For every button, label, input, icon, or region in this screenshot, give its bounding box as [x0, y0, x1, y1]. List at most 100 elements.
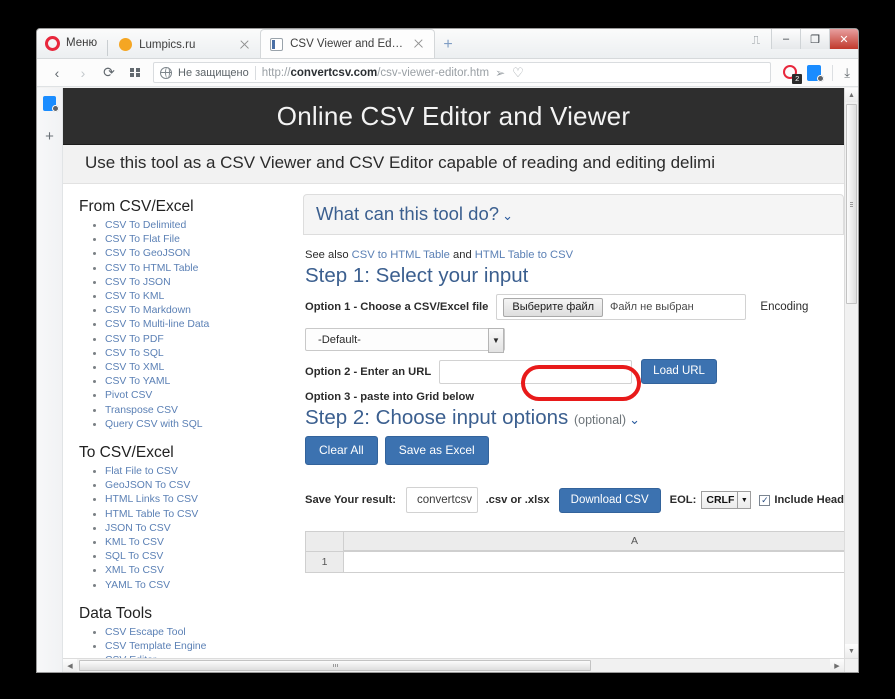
opera-logo-icon [45, 35, 60, 51]
clear-all-button[interactable]: Clear All [305, 436, 378, 465]
adblock-icon[interactable]: 2 [783, 64, 803, 84]
eol-select[interactable]: CRLF ▼ [701, 491, 752, 509]
scroll-down-icon[interactable]: ▼ [845, 644, 858, 658]
toolbar-divider [832, 64, 834, 81]
save-as-excel-button[interactable]: Save as Excel [384, 436, 489, 465]
main-content: What can this tool do? ⌄ See also CSV to … [295, 184, 844, 658]
opera-menu-label: Меню [66, 37, 98, 49]
grid-column-header[interactable]: A [344, 532, 844, 551]
sidebar-link[interactable]: SQL To CSV [105, 551, 163, 562]
list-item: CSV To PDF [105, 333, 295, 347]
new-tab-button[interactable]: + [435, 31, 461, 58]
chevron-down-icon: ⌄ [502, 208, 513, 223]
back-icon[interactable]: ‹ [45, 61, 69, 85]
chevron-down-icon: ▼ [737, 492, 750, 508]
list-item: Pivot CSV [105, 389, 295, 403]
tab-lumpics[interactable]: Lumpics.ru [110, 31, 260, 58]
list-item: CSV To SQL [105, 347, 295, 361]
close-window-button[interactable]: ✕ [829, 29, 858, 49]
minimize-button[interactable]: – [771, 29, 800, 49]
scroll-up-icon[interactable]: ▲ [845, 88, 858, 102]
sidebar-link[interactable]: CSV To Markdown [105, 305, 191, 316]
sidebar-link[interactable]: KML To CSV [105, 537, 164, 548]
list-item: CSV Template Engine [105, 640, 295, 654]
save-result-row: Save Your result: convertcsv .csv or .xl… [305, 487, 844, 513]
address-bar: ‹ › ⟳ Не защищено http://convertcsv.com/… [37, 59, 858, 87]
extension-icon[interactable] [807, 64, 825, 82]
vertical-scroll-thumb[interactable] [846, 104, 857, 304]
sidebar-extension-icon[interactable] [43, 96, 59, 112]
sidebar-link[interactable]: CSV Escape Tool [105, 627, 186, 638]
sidebar-link[interactable]: CSV To GeoJSON [105, 248, 190, 259]
see-also-link-html-to-csv[interactable]: HTML Table to CSV [475, 249, 573, 261]
scroll-right-icon[interactable]: ▶ [830, 659, 844, 672]
sidebar-heading-data-tools: Data Tools [79, 604, 152, 622]
grid-cell[interactable] [344, 551, 844, 572]
grid-row-number: 1 [306, 551, 344, 572]
sidebar-heading-to-csv: To CSV/Excel [79, 444, 174, 462]
close-icon[interactable] [412, 37, 426, 51]
sidebar-link[interactable]: GeoJSON To CSV [105, 480, 190, 491]
filename-input[interactable]: convertcsv [406, 487, 478, 513]
opera-sidebar: + [37, 88, 63, 672]
list-item: YAML To CSV [105, 579, 295, 593]
sidebar-link[interactable]: CSV To Delimited [105, 220, 186, 231]
download-icon[interactable]: ⤓ [844, 65, 850, 81]
list-item: CSV To Delimited [105, 219, 295, 233]
step2-optional-label: (optional) [573, 413, 627, 427]
url-text-field[interactable] [439, 359, 633, 384]
sidebar-link[interactable]: CSV To JSON [105, 277, 171, 288]
see-also-link-csv-to-html[interactable]: CSV to HTML Table [352, 249, 450, 261]
sidebar-link[interactable]: XML To CSV [105, 565, 164, 576]
sidebar-list-data-tools: CSV Escape Tool CSV Template Engine CSV … [83, 626, 295, 658]
save-result-label: Save Your result: [305, 494, 396, 506]
url-actions: ➢ ♡ [495, 65, 526, 81]
sidebar-links: From CSV/Excel CSV To Delimited CSV To F… [63, 184, 295, 658]
load-url-button[interactable]: Load URL [641, 359, 717, 384]
include-header-checkbox[interactable]: ✓ [759, 494, 771, 506]
horizontal-scrollbar[interactable]: ◀ ▶ [63, 658, 844, 672]
forward-icon[interactable]: › [71, 61, 95, 85]
sidebar-link[interactable]: JSON To CSV [105, 523, 171, 534]
sidebar-link[interactable]: Flat File to CSV [105, 466, 178, 477]
close-icon[interactable] [238, 38, 252, 52]
menu-divider [107, 40, 109, 56]
sidebar-link[interactable]: CSV To PDF [105, 334, 164, 345]
vertical-scrollbar[interactable]: ▲ ▼ [844, 88, 858, 658]
sidebar-link[interactable]: HTML Table To CSV [105, 509, 198, 520]
sidebar-link[interactable]: HTML Links To CSV [105, 494, 198, 505]
scroll-left-icon[interactable]: ◀ [63, 659, 77, 672]
file-input[interactable]: Выберите файл Файл не выбран [496, 294, 747, 320]
heart-icon[interactable]: ♡ [512, 65, 524, 81]
sidebar-link[interactable]: CSV To XML [105, 362, 164, 373]
reload-icon[interactable]: ⟳ [97, 61, 121, 85]
encoding-select[interactable]: -Default- ▼ [305, 328, 505, 353]
list-item: HTML Links To CSV [105, 493, 295, 507]
choose-file-button[interactable]: Выберите файл [503, 297, 604, 317]
speed-dial-icon[interactable] [123, 61, 147, 85]
sidebar-add-icon[interactable]: + [45, 129, 54, 144]
sidebar-link[interactable]: Transpose CSV [105, 405, 178, 416]
sidebar-link[interactable]: CSV Template Engine [105, 641, 206, 652]
sidebar-link[interactable]: CSV To YAML [105, 376, 170, 387]
horizontal-scroll-thumb[interactable] [79, 660, 591, 671]
sidebar-link[interactable]: CSV To SQL [105, 348, 164, 359]
sidebar-link[interactable]: Query CSV with SQL [105, 419, 203, 430]
what-can-this-tool-do-toggle[interactable]: What can this tool do? ⌄ [303, 194, 844, 235]
sidebar-link[interactable]: YAML To CSV [105, 580, 170, 591]
maximize-button[interactable]: ❐ [800, 29, 829, 49]
url-input[interactable]: Не защищено http://convertcsv.com/csv-vi… [153, 62, 772, 83]
sidebar-link[interactable]: CSV To HTML Table [105, 263, 198, 274]
file-status-label: Файл не выбран [610, 301, 694, 313]
sidebar-link[interactable]: Pivot CSV [105, 390, 152, 401]
chevron-down-icon[interactable]: ⌄ [629, 412, 640, 428]
tab-csv-viewer[interactable]: CSV Viewer and Editor [260, 29, 436, 58]
send-icon[interactable]: ➢ [495, 66, 505, 80]
pin-icon[interactable]: ⎍ [749, 33, 763, 47]
chevron-down-icon[interactable]: ▼ [488, 328, 504, 353]
sidebar-link[interactable]: CSV To Flat File [105, 234, 180, 245]
sidebar-link[interactable]: CSV To KML [105, 291, 164, 302]
download-csv-button[interactable]: Download CSV [558, 487, 661, 513]
opera-menu-button[interactable]: Меню [37, 29, 107, 58]
sidebar-link[interactable]: CSV To Multi-line Data [105, 319, 209, 330]
